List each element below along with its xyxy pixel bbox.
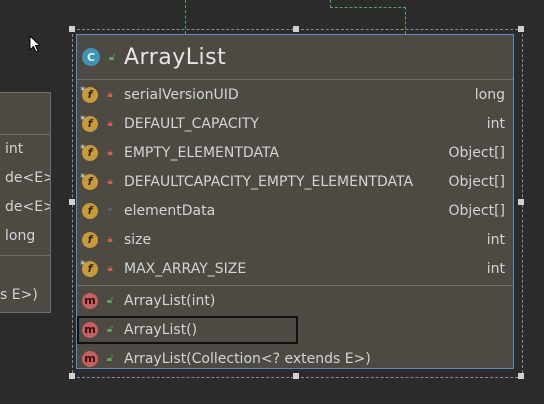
- field-icon: f: [82, 202, 98, 219]
- resize-handle-e[interactable]: [518, 199, 524, 205]
- field-name: DEFAULTCAPACITY_EMPTY_ELEMENTDATA: [124, 173, 414, 190]
- resize-handle-w[interactable]: [69, 199, 75, 205]
- neighbor-class-card[interactable]: int de<E> de<E> long s E>): [0, 92, 51, 313]
- class-icon: C: [82, 48, 100, 66]
- field-type: Object[]: [448, 144, 505, 161]
- field-type: int: [486, 231, 505, 248]
- field-name: serialVersionUID: [124, 86, 239, 103]
- diagram-canvas[interactable]: int de<E> de<E> long s E>) C 🔓︎ ArrayLis…: [0, 0, 544, 404]
- neighbor-field-type: int: [5, 141, 24, 157]
- field-name: elementData: [124, 202, 216, 219]
- field-row[interactable]: f ✶ 🔒︎ DEFAULT_CAPACITY int: [77, 109, 513, 138]
- method-name: ArrayList(Collection<? extends E>): [124, 350, 371, 367]
- methods-section: m 🔓︎ ArrayList(int) m 🔓︎ ArrayList() m 🔓…: [77, 286, 513, 373]
- class-header[interactable]: C 🔓︎ ArrayList: [77, 35, 513, 80]
- field-name: DEFAULT_CAPACITY: [124, 115, 259, 132]
- class-name: ArrayList: [124, 44, 227, 70]
- method-icon: m: [82, 292, 98, 309]
- public-unlock-icon: 🔓︎: [106, 324, 114, 335]
- field-type: int: [486, 115, 505, 132]
- package-private-icon: ◦: [107, 205, 113, 216]
- field-row[interactable]: f ✶ 🔒︎ MAX_ARRAY_SIZE int: [77, 254, 513, 283]
- field-row[interactable]: f ◦ elementData Object[]: [77, 196, 513, 225]
- method-name: ArrayList(int): [124, 292, 216, 309]
- resize-handle-ne[interactable]: [518, 26, 524, 32]
- class-card[interactable]: C 🔓︎ ArrayList f ✶ 🔒︎ serialVersionUID lo…: [76, 34, 514, 369]
- private-lock-icon: 🔒︎: [107, 118, 113, 129]
- neighbor-divider: [0, 255, 50, 256]
- field-row[interactable]: f ✶ 🔒︎ DEFAULTCAPACITY_EMPTY_ELEMENTDATA …: [77, 167, 513, 196]
- private-lock-icon: 🔒︎: [107, 147, 113, 158]
- field-row[interactable]: f 🔒︎ size int: [77, 225, 513, 254]
- field-row[interactable]: f ✶ 🔒︎ serialVersionUID long: [77, 80, 513, 109]
- field-name: EMPTY_ELEMENTDATA: [124, 144, 279, 161]
- private-lock-icon: 🔒︎: [107, 176, 113, 187]
- public-unlock-icon: 🔓︎: [108, 51, 116, 63]
- private-lock-icon: 🔒︎: [107, 89, 113, 100]
- field-name: size: [124, 231, 152, 248]
- public-unlock-icon: 🔓︎: [106, 295, 114, 306]
- field-type: int: [486, 260, 505, 277]
- static-field-icon: f ✶: [79, 259, 98, 277]
- method-row[interactable]: m 🔓︎ ArrayList(Collection<? extends E>): [77, 344, 513, 373]
- field-name: MAX_ARRAY_SIZE: [124, 260, 247, 277]
- neighbor-field-type: de<E>: [5, 170, 50, 186]
- static-field-icon: f ✶: [79, 172, 98, 190]
- fields-section: f ✶ 🔒︎ serialVersionUID long f ✶ 🔒︎ DEFAUL…: [77, 80, 513, 286]
- field-type: long: [474, 86, 505, 103]
- resize-handle-se[interactable]: [518, 373, 524, 379]
- method-icon: m: [82, 321, 98, 338]
- static-field-icon: f ✶: [79, 85, 98, 103]
- static-field-icon: f ✶: [79, 143, 98, 161]
- field-type: Object[]: [448, 202, 505, 219]
- resize-handle-sw[interactable]: [69, 373, 75, 379]
- interface-edge[interactable]: [330, 0, 406, 8]
- field-type: Object[]: [448, 173, 505, 190]
- resize-handle-s[interactable]: [293, 373, 299, 379]
- resize-handle-nw[interactable]: [69, 26, 75, 32]
- mouse-pointer-icon: [29, 35, 41, 53]
- method-row-selected[interactable]: m 🔓︎ ArrayList(): [77, 315, 513, 344]
- private-lock-icon: 🔒︎: [107, 234, 113, 245]
- neighbor-field-type: long: [5, 228, 36, 244]
- field-row[interactable]: f ✶ 🔒︎ EMPTY_ELEMENTDATA Object[]: [77, 138, 513, 167]
- private-lock-icon: 🔒︎: [107, 263, 113, 274]
- neighbor-field-type: de<E>: [5, 199, 50, 215]
- method-name: ArrayList(): [124, 321, 198, 338]
- neighbor-method-text: s E>): [0, 287, 38, 303]
- public-unlock-icon: 🔓︎: [106, 353, 114, 364]
- method-icon: m: [82, 350, 98, 367]
- neighbor-class-header: [0, 93, 50, 135]
- field-icon: f: [82, 231, 98, 248]
- method-row[interactable]: m 🔓︎ ArrayList(int): [77, 286, 513, 315]
- resize-handle-n[interactable]: [293, 26, 299, 32]
- static-field-icon: f ✶: [79, 114, 98, 132]
